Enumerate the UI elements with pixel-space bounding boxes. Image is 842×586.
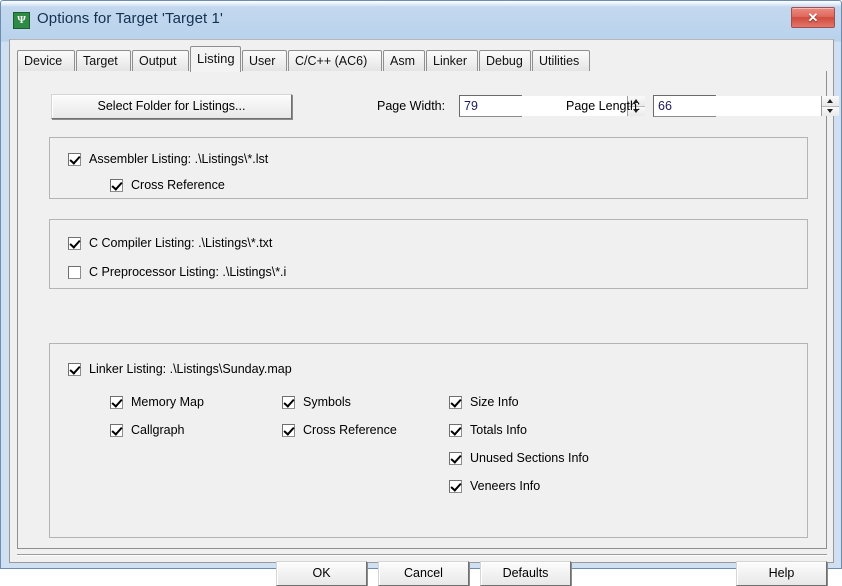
- chevron-down-icon: [827, 109, 833, 114]
- tab-output[interactable]: Output: [132, 50, 189, 71]
- assembler-listing-group: Assembler Listing: .\Listings\*.lst Cros…: [49, 137, 808, 199]
- linker-memory-map-label: Memory Map: [131, 395, 204, 409]
- assembler-cross-reference-label: Cross Reference: [131, 178, 225, 192]
- page-length-spin-buttons[interactable]: [821, 96, 839, 116]
- linker-totals-info-label: Totals Info: [470, 423, 527, 437]
- page-width-stepper[interactable]: [459, 95, 645, 117]
- linker-unused-sections-info-label: Unused Sections Info: [470, 451, 589, 465]
- tab-debug[interactable]: Debug: [479, 50, 531, 71]
- c-compiler-listing-label: C Compiler Listing: .\Listings\*.txt: [89, 236, 273, 250]
- linker-cross-reference-checkbox[interactable]: [282, 423, 295, 437]
- dialog-window: Ψ Options for Target 'Target 1' ✕ Device…: [0, 0, 842, 586]
- linker-unused-sections-info-checkbox[interactable]: [449, 451, 462, 465]
- linker-callgraph-checkbox[interactable]: [110, 423, 123, 437]
- tab-strip: Device Target Output Listing User C/C++ …: [17, 46, 827, 72]
- tab-user[interactable]: User: [242, 50, 287, 71]
- defaults-button[interactable]: Defaults: [480, 561, 571, 586]
- page-length-stepper[interactable]: [653, 95, 839, 117]
- tab-device[interactable]: Device: [17, 50, 75, 71]
- page-length-spin-down[interactable]: [822, 105, 839, 116]
- close-button[interactable]: ✕: [791, 7, 835, 28]
- linker-symbols-label: Symbols: [303, 395, 351, 409]
- linker-memory-map-checkbox-row[interactable]: Memory Map: [110, 395, 204, 409]
- linker-listing-checkbox-row[interactable]: Linker Listing: .\Listings\Sunday.map: [68, 362, 292, 376]
- tab-c-cpp[interactable]: C/C++ (AC6): [288, 50, 382, 71]
- c-compiler-listing-checkbox[interactable]: [68, 236, 81, 250]
- assembler-listing-label: Assembler Listing: .\Listings\*.lst: [89, 152, 269, 166]
- page-length-label: Page Length:: [566, 99, 641, 113]
- linker-cross-reference-checkbox-row[interactable]: Cross Reference: [282, 423, 397, 437]
- footer-separator: [17, 554, 827, 556]
- window-title: Options for Target 'Target 1': [37, 10, 223, 27]
- linker-listing-label: Linker Listing: .\Listings\Sunday.map: [89, 362, 292, 376]
- linker-size-info-label: Size Info: [470, 395, 519, 409]
- tab-utilities[interactable]: Utilities: [532, 50, 590, 71]
- linker-callgraph-label: Callgraph: [131, 423, 185, 437]
- page-length-input[interactable]: [654, 96, 821, 116]
- c-preprocessor-listing-checkbox-row[interactable]: C Preprocessor Listing: .\Listings\*.i: [68, 265, 286, 279]
- page-length-spin-up[interactable]: [822, 96, 839, 106]
- tab-asm[interactable]: Asm: [383, 50, 425, 71]
- assembler-cross-reference-checkbox[interactable]: [110, 178, 123, 192]
- c-preprocessor-listing-checkbox[interactable]: [68, 265, 81, 279]
- help-button[interactable]: Help: [736, 561, 827, 586]
- linker-symbols-checkbox[interactable]: [282, 395, 295, 409]
- linker-veneers-info-checkbox[interactable]: [449, 479, 462, 493]
- page-width-label: Page Width:: [377, 99, 446, 113]
- title-bar: Ψ Options for Target 'Target 1' ✕: [1, 1, 841, 41]
- linker-cross-reference-label: Cross Reference: [303, 423, 397, 437]
- select-folder-for-listings-button[interactable]: Select Folder for Listings...: [51, 94, 292, 119]
- assembler-listing-checkbox[interactable]: [68, 152, 81, 166]
- linker-callgraph-checkbox-row[interactable]: Callgraph: [110, 423, 185, 437]
- listing-tab-panel: Select Folder for Listings... Page Width…: [17, 71, 839, 549]
- c-compiler-listing-checkbox-row[interactable]: C Compiler Listing: .\Listings\*.txt: [68, 236, 272, 250]
- linker-totals-info-checkbox[interactable]: [449, 423, 462, 437]
- tab-linker[interactable]: Linker: [426, 50, 478, 71]
- close-icon: ✕: [807, 10, 819, 25]
- tab-target[interactable]: Target: [76, 50, 131, 71]
- chevron-up-icon: [827, 98, 833, 103]
- assembler-cross-reference-checkbox-row[interactable]: Cross Reference: [110, 178, 225, 192]
- linker-totals-info-checkbox-row[interactable]: Totals Info: [449, 423, 527, 437]
- c-compiler-listing-group: C Compiler Listing: .\Listings\*.txt C P…: [49, 219, 808, 289]
- linker-size-info-checkbox-row[interactable]: Size Info: [449, 395, 519, 409]
- tab-listing[interactable]: Listing: [190, 46, 241, 72]
- linker-veneers-info-checkbox-row[interactable]: Veneers Info: [449, 479, 540, 493]
- linker-listing-checkbox[interactable]: [68, 362, 81, 376]
- linker-symbols-checkbox-row[interactable]: Symbols: [282, 395, 351, 409]
- ok-button[interactable]: OK: [276, 561, 367, 586]
- keil-uvision-icon: Ψ: [13, 12, 30, 29]
- linker-memory-map-checkbox[interactable]: [110, 395, 123, 409]
- assembler-listing-checkbox-row[interactable]: Assembler Listing: .\Listings\*.lst: [68, 152, 268, 166]
- cancel-button[interactable]: Cancel: [378, 561, 469, 586]
- linker-size-info-checkbox[interactable]: [449, 395, 462, 409]
- linker-veneers-info-label: Veneers Info: [470, 479, 541, 493]
- dialog-client-area: Device Target Output Listing User C/C++ …: [9, 39, 839, 586]
- c-preprocessor-listing-label: C Preprocessor Listing: .\Listings\*.i: [89, 265, 287, 279]
- linker-unused-sections-info-checkbox-row[interactable]: Unused Sections Info: [449, 451, 589, 465]
- linker-listing-group: Linker Listing: .\Listings\Sunday.map Me…: [49, 343, 808, 538]
